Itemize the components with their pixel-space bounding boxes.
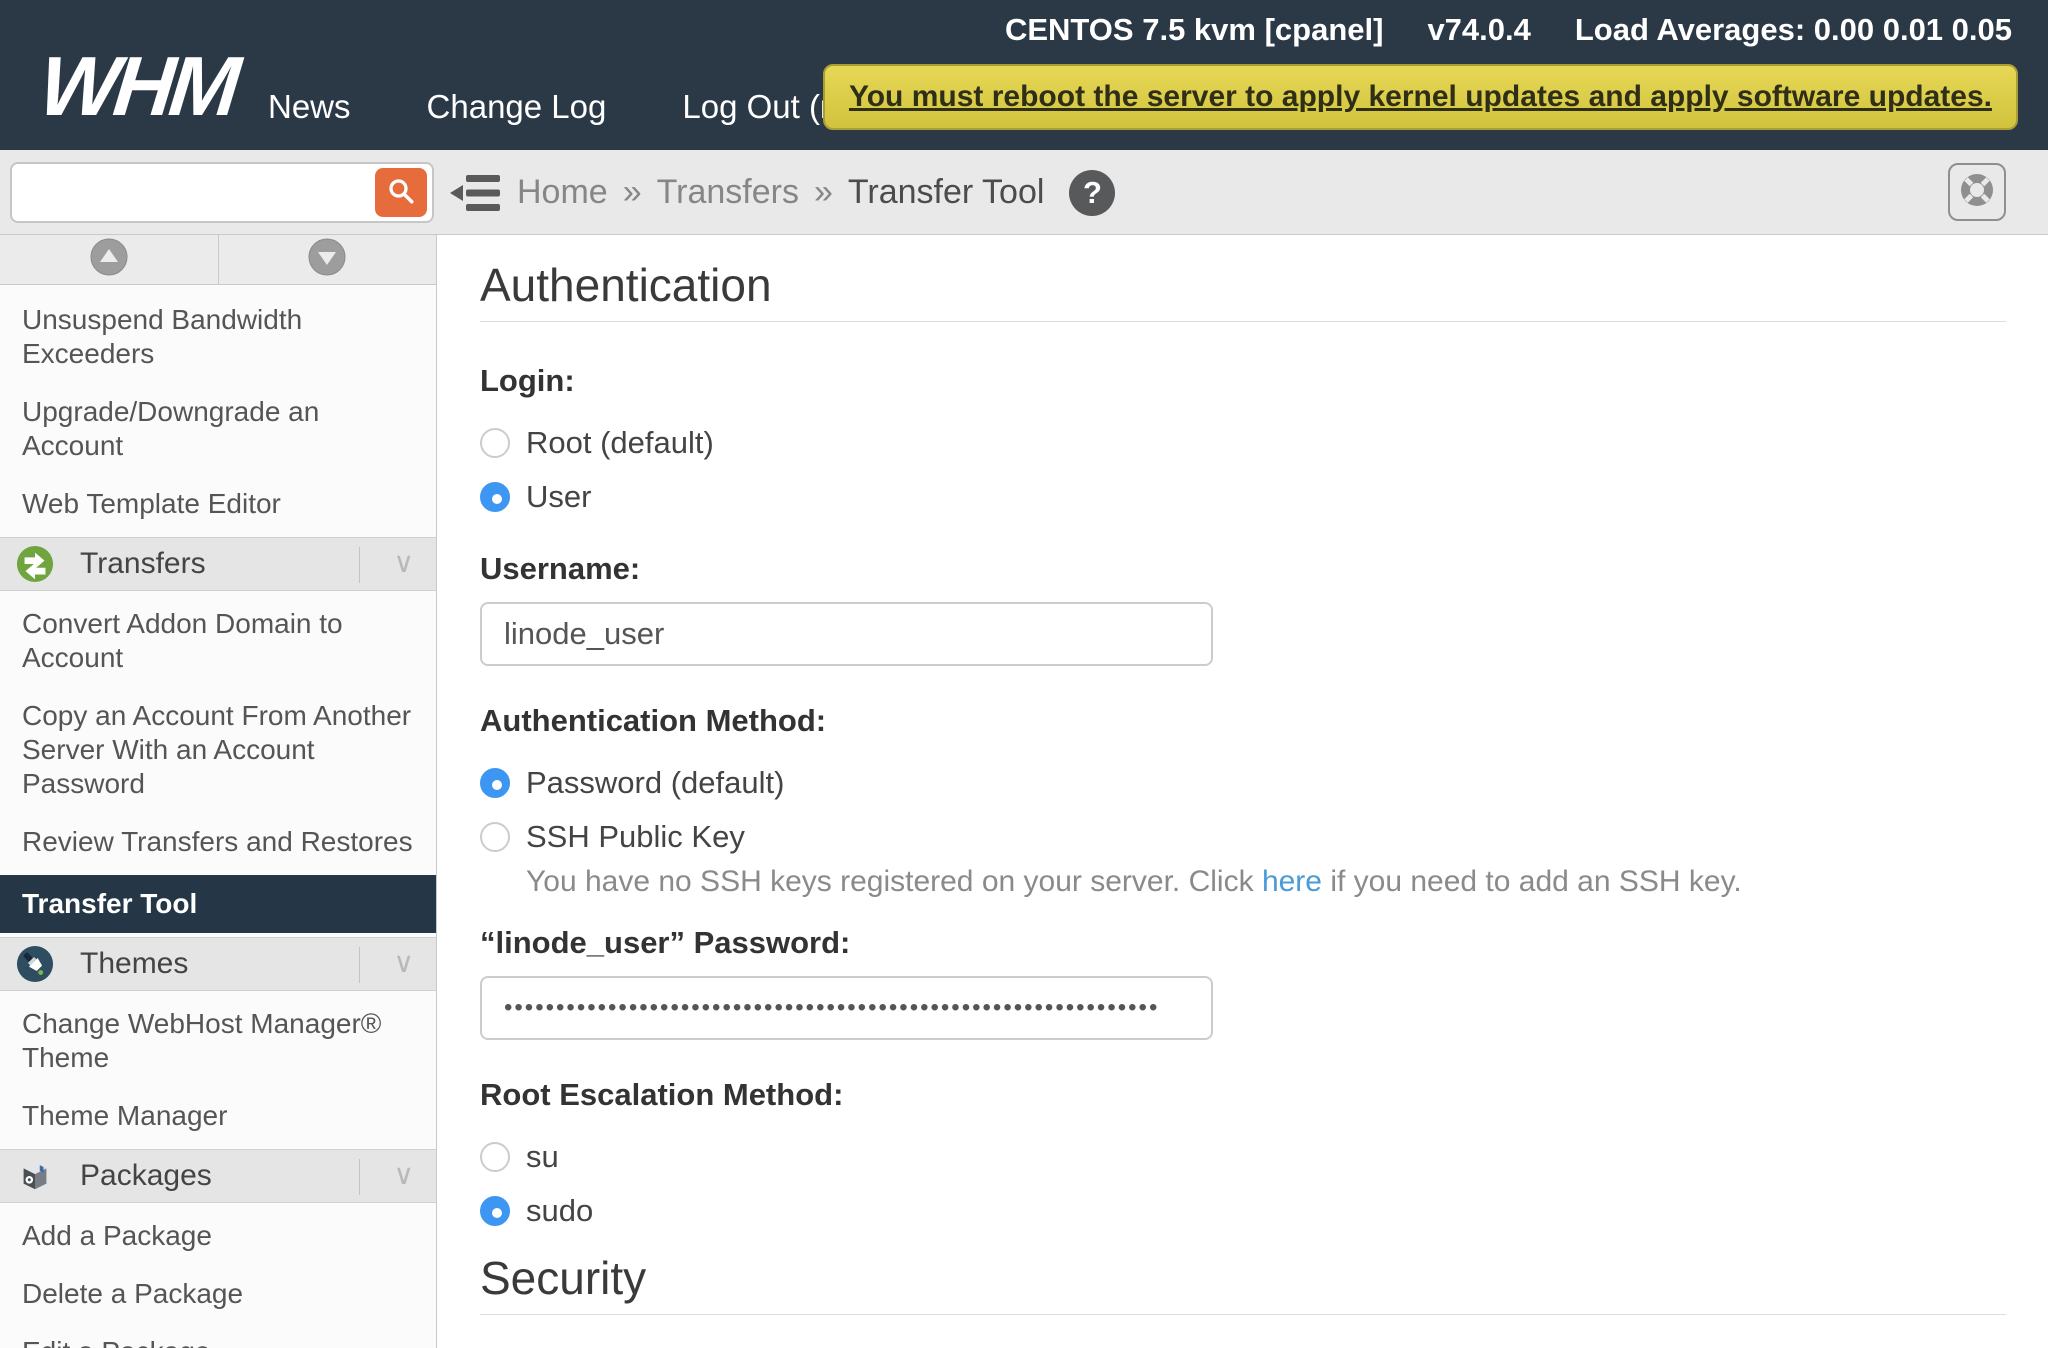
sidebar-item-change-whm-theme[interactable]: Change WebHost Manager® Theme: [0, 995, 436, 1087]
radio-selected-icon[interactable]: [480, 1196, 510, 1226]
username-label: Username:: [480, 550, 2006, 588]
sidebar-nav-list: Unsuspend Bandwidth Exceeders Upgrade/Do…: [0, 291, 436, 1348]
whm-transfer-tool-page: WHM News Change Log Log Out (root) CENTO…: [0, 0, 2048, 1348]
radio-label: Password (default): [526, 765, 784, 801]
login-label: Login:: [480, 362, 2006, 400]
sidebar-search: [10, 162, 434, 223]
breadcrumb-current-page: Transfer Tool: [848, 173, 1045, 212]
sidebar-scroll-controls: [0, 235, 436, 285]
nav-news[interactable]: News: [268, 88, 351, 126]
radio-label: Root (default): [526, 425, 714, 461]
section-divider-rule: [480, 321, 2006, 322]
sidebar-item-add-package[interactable]: Add a Package: [0, 1207, 436, 1265]
package-box-icon: [16, 1157, 54, 1195]
sidebar-item-delete-package[interactable]: Delete a Package: [0, 1265, 436, 1323]
sidebar-section-transfers[interactable]: Transfers ∨: [0, 537, 436, 591]
radio-unselected-icon[interactable]: [480, 1142, 510, 1172]
sidebar-item-unsuspend-bandwidth[interactable]: Unsuspend Bandwidth Exceeders: [0, 291, 436, 383]
radio-label: User: [526, 479, 591, 515]
radio-selected-icon[interactable]: [480, 768, 510, 798]
ssh-key-note: You have no SSH keys registered on your …: [526, 864, 2006, 900]
chevron-down-icon[interactable]: ∨: [394, 546, 415, 579]
login-option-user[interactable]: User: [480, 480, 2006, 514]
sidebar-section-label: Packages: [80, 1159, 212, 1193]
auth-option-ssh-key[interactable]: SSH Public Key: [480, 820, 2006, 854]
sidebar-section-themes[interactable]: Themes ∨: [0, 937, 436, 991]
nav-change-log[interactable]: Change Log: [427, 88, 607, 126]
paintbrush-icon: [16, 945, 54, 983]
sidebar-section-label: Transfers: [80, 547, 206, 581]
chevron-up-circle-icon: [89, 237, 129, 282]
whm-logo[interactable]: WHM: [36, 44, 240, 128]
sidebar-item-upgrade-downgrade[interactable]: Upgrade/Downgrade an Account: [0, 383, 436, 475]
chevron-down-icon[interactable]: ∨: [394, 1158, 415, 1191]
radio-selected-icon[interactable]: [480, 482, 510, 512]
sidebar-item-convert-addon-domain[interactable]: Convert Addon Domain to Account: [0, 595, 436, 687]
escalation-option-sudo[interactable]: sudo: [480, 1194, 2006, 1228]
breadcrumb-separator: »: [814, 173, 833, 212]
server-os: CENTOS 7.5 kvm [cpanel]: [1005, 12, 1383, 48]
breadcrumb-toolbar: Home » Transfers » Transfer Tool ?: [0, 150, 2048, 235]
sidebar: Unsuspend Bandwidth Exceeders Upgrade/Do…: [0, 235, 437, 1348]
section-divider-rule: [480, 1314, 2006, 1315]
magnifier-icon: [386, 176, 416, 209]
sidebar-item-copy-account[interactable]: Copy an Account From Another Server With…: [0, 687, 436, 813]
radio-label: SSH Public Key: [526, 819, 745, 855]
radio-label: sudo: [526, 1193, 593, 1229]
load-averages: Load Averages: 0.00 0.01 0.05: [1575, 12, 2012, 48]
root-escalation-radio-group: su sudo: [480, 1140, 2006, 1228]
login-option-root[interactable]: Root (default): [480, 426, 2006, 460]
breadcrumb-separator: »: [623, 173, 642, 212]
collapse-sidebar-button[interactable]: [450, 173, 502, 213]
login-radio-group: Root (default) User: [480, 426, 2006, 514]
breadcrumb-transfers[interactable]: Transfers: [657, 173, 799, 212]
sidebar-item-theme-manager[interactable]: Theme Manager: [0, 1087, 436, 1145]
sidebar-section-label: Themes: [80, 947, 188, 981]
auth-option-password[interactable]: Password (default): [480, 766, 2006, 800]
whm-version: v74.0.4: [1427, 12, 1530, 48]
breadcrumb: Home » Transfers » Transfer Tool ?: [517, 150, 1115, 235]
root-escalation-label: Root Escalation Method:: [480, 1076, 2006, 1114]
sidebar-item-web-template-editor[interactable]: Web Template Editor: [0, 475, 436, 533]
security-heading: Security: [480, 1252, 2006, 1304]
escalation-option-su[interactable]: su: [480, 1140, 2006, 1174]
username-field[interactable]: [480, 602, 1213, 666]
scroll-down-button[interactable]: [219, 235, 437, 284]
server-status-line: CENTOS 7.5 kvm [cpanel] v74.0.4 Load Ave…: [1005, 12, 2012, 48]
search-button[interactable]: [375, 168, 427, 217]
scroll-up-button[interactable]: [0, 235, 219, 284]
chevron-down-circle-icon: [307, 237, 347, 282]
reboot-warning-banner[interactable]: You must reboot the server to apply kern…: [823, 64, 2018, 130]
chevron-down-icon[interactable]: ∨: [394, 946, 415, 979]
top-bar: WHM News Change Log Log Out (root) CENTO…: [0, 0, 2048, 150]
section-divider: [359, 547, 360, 583]
sidebar-item-edit-package[interactable]: Edit a Package: [0, 1323, 436, 1348]
help-icon[interactable]: ?: [1069, 170, 1115, 216]
add-ssh-key-link[interactable]: here: [1262, 865, 1322, 898]
authentication-method-label: Authentication Method:: [480, 702, 2006, 740]
section-divider: [359, 1159, 360, 1195]
section-divider: [359, 947, 360, 983]
sidebar-item-review-transfers[interactable]: Review Transfers and Restores: [0, 813, 436, 871]
radio-unselected-icon[interactable]: [480, 822, 510, 852]
radio-label: su: [526, 1139, 559, 1175]
top-navigation: News Change Log Log Out (root): [268, 88, 888, 126]
password-label: “linode_user” Password:: [480, 924, 2006, 962]
authentication-heading: Authentication: [480, 259, 2006, 311]
sidebar-section-packages[interactable]: Packages ∨: [0, 1149, 436, 1203]
radio-unselected-icon[interactable]: [480, 428, 510, 458]
life-ring-icon: [1958, 171, 1996, 214]
auth-method-radio-group: Password (default) SSH Public Key: [480, 766, 2006, 854]
password-field[interactable]: [480, 976, 1213, 1040]
collapse-menu-icon: [450, 200, 502, 217]
breadcrumb-home[interactable]: Home: [517, 173, 608, 212]
support-button[interactable]: [1948, 163, 2006, 221]
search-input[interactable]: [12, 164, 432, 221]
main-content: Authentication Login: Root (default) Use…: [438, 235, 2048, 1348]
transfers-icon: [16, 545, 54, 583]
sidebar-item-transfer-tool[interactable]: Transfer Tool: [0, 875, 436, 933]
